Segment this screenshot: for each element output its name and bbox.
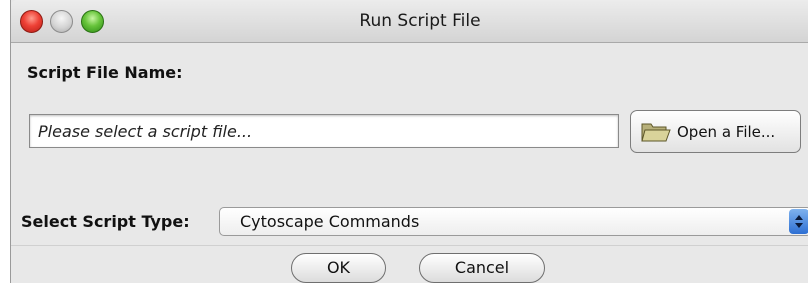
title-bar[interactable]: Run Script File: [11, 0, 808, 43]
folder-open-icon: [641, 123, 671, 141]
select-script-type-label: Select Script Type:: [21, 212, 190, 231]
open-file-button[interactable]: Open a File...: [630, 110, 801, 153]
cancel-button[interactable]: Cancel: [419, 253, 545, 283]
script-file-input[interactable]: [29, 114, 619, 148]
script-type-select[interactable]: Cytoscape Commands: [219, 207, 808, 236]
divider: [11, 245, 808, 246]
arrow-up-icon: [795, 215, 803, 220]
window-title: Run Script File: [359, 11, 481, 31]
script-file-name-label: Script File Name:: [27, 63, 183, 82]
open-file-button-label: Open a File...: [677, 122, 776, 141]
arrow-down-icon: [795, 223, 803, 228]
ok-button[interactable]: OK: [291, 253, 386, 283]
script-type-selected-value: Cytoscape Commands: [240, 212, 420, 231]
run-script-dialog: Run Script File Script File Name: Open a…: [10, 0, 808, 283]
select-arrows-icon[interactable]: [789, 209, 808, 234]
